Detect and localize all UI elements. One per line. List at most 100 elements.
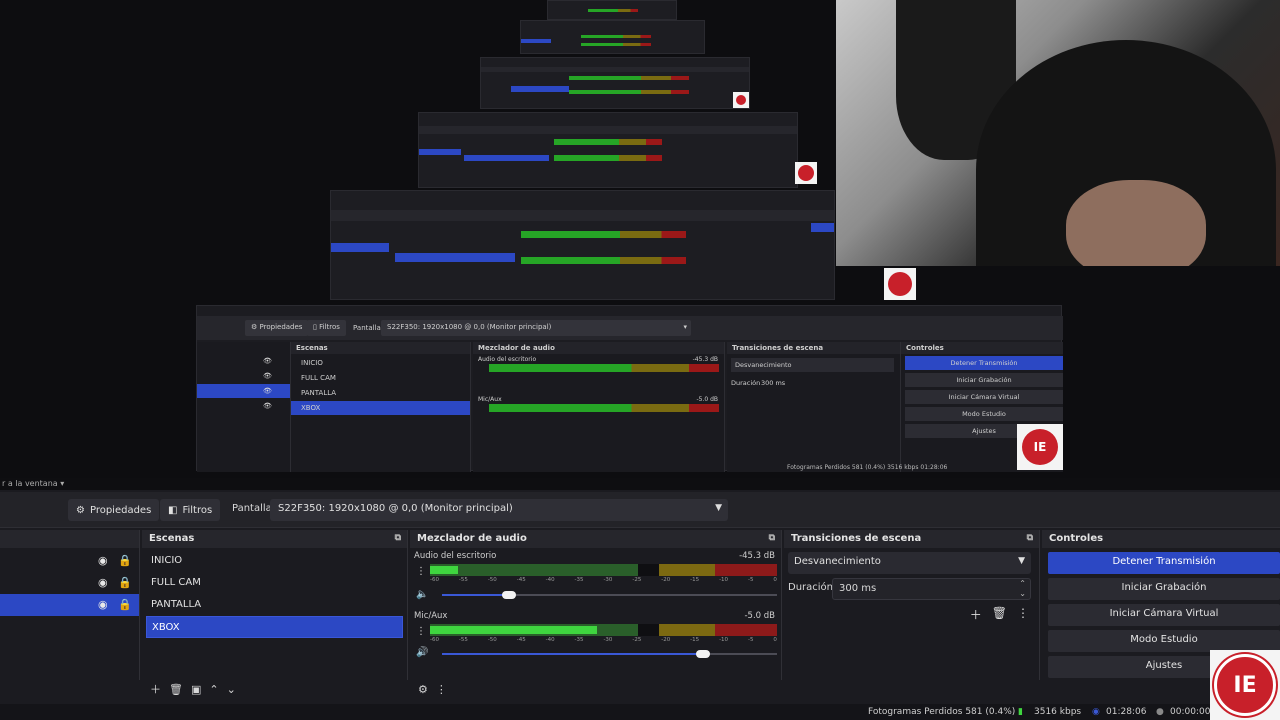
kebab-menu-icon[interactable]: ⋮ <box>1017 606 1029 623</box>
record-time: 00:00:00 <box>1170 707 1211 717</box>
stream-time: 01:28:06 <box>1106 707 1147 717</box>
recursive-echo-1 <box>330 190 835 300</box>
gear-icon: ⚙ <box>76 504 85 516</box>
tick-label: -50 <box>487 637 497 643</box>
source-type-label: Pantalla <box>232 503 272 514</box>
lock-icon[interactable]: 🔒 <box>118 598 132 611</box>
spinner-icon[interactable]: ⌃ ⌄ <box>1019 579 1026 599</box>
start-recording-button[interactable]: Iniciar Grabación <box>1048 578 1280 600</box>
tick-label: -25 <box>632 637 642 643</box>
kebab-menu-icon[interactable]: ⋮ <box>416 566 426 577</box>
lock-icon[interactable]: 🔒 <box>118 554 132 567</box>
controls-header: Controles <box>1042 530 1280 548</box>
channel-logo-medium: IE <box>1017 424 1063 470</box>
channel-db: -45.3 dB <box>739 551 775 561</box>
eye-icon[interactable]: ◉ <box>98 598 108 611</box>
speaker-icon[interactable]: 🔈 <box>416 589 428 600</box>
display-source-select[interactable]: S22F350: 1920x1080 @ 0,0 (Monitor princi… <box>270 499 728 521</box>
tick-label: -20 <box>661 637 671 643</box>
meter-ticks: -60 -55 -50 -45 -40 -35 -30 -25 -20 -15 -10 -5 0 <box>430 577 777 585</box>
undock-icon[interactable]: ⧉ <box>395 533 401 543</box>
inner-mixer-dock: Mezclador de audio Audio del escritorio … <box>473 342 725 472</box>
channel-db: -5.0 dB <box>744 611 775 621</box>
status-bar: Fotogramas Perdidos 581 (0.4%) ▮ 3516 kb… <box>0 704 1280 720</box>
chevron-down-icon: ▼ <box>1018 556 1025 566</box>
speaker-icon[interactable]: 🔊 <box>416 647 428 658</box>
transitions-header: Transiciones de escena ⧉ <box>784 530 1039 548</box>
tick-label: -45 <box>516 637 526 643</box>
volume-slider[interactable] <box>442 650 777 658</box>
duration-input[interactable]: 300 ms ⌃ ⌄ <box>832 578 1031 600</box>
add-icon[interactable]: ＋ <box>150 681 161 697</box>
chevron-up-icon[interactable]: ⌃ <box>209 683 218 696</box>
dropped-frames: Fotogramas Perdidos 581 (0.4%) <box>868 707 1016 717</box>
obs-main-ui: r a la ventana ▾ ⚙ Propiedades ◧ Filtros P… <box>0 478 1280 720</box>
source-row[interactable]: ◉ 🔒 <box>0 572 139 594</box>
tick-label: -30 <box>603 637 613 643</box>
filter-icon: ◧ <box>168 504 178 516</box>
scene-item-inicio[interactable]: INICIO <box>146 550 403 572</box>
eye-icon[interactable]: ◉ <box>98 554 108 567</box>
source-row[interactable]: ◉ 🔒 <box>0 550 139 572</box>
transition-select[interactable]: Desvanecimiento ▼ <box>788 552 1031 574</box>
filter-icon[interactable]: ▣ <box>191 683 201 696</box>
scenes-footer: ＋ 🗑 ▣ ⌃ ⌄ <box>142 678 407 700</box>
settings-icon[interactable]: ⚙ <box>418 683 428 696</box>
meter-level <box>430 566 458 574</box>
tick-label: -60 <box>430 577 439 583</box>
scene-item-pantalla[interactable]: PANTALLA <box>146 594 403 616</box>
recursive-echo-4 <box>520 20 705 54</box>
recursive-obs-window: ⚙ Propiedades ▯ Filtros Pantalla S22F350… <box>196 305 1063 472</box>
dock-title-strip: r a la ventana ▾ <box>0 478 1280 490</box>
scene-item-full-cam[interactable]: FULL CAM <box>146 572 403 594</box>
mixer-header: Mezclador de audio ⧉ <box>410 530 781 548</box>
recursive-echo-3 <box>480 57 750 109</box>
tick-label: -50 <box>487 577 497 583</box>
transition-actions: ＋ 🗑 ⋮ <box>970 606 1029 623</box>
add-icon[interactable]: ＋ <box>970 606 982 623</box>
tick-label: -20 <box>661 577 671 583</box>
trash-icon[interactable]: 🗑 <box>169 683 183 696</box>
meter-ticks: -60 -55 -50 -45 -40 -35 -30 -25 -20 -15 -10 -5 0 <box>430 637 777 645</box>
mixer-footer: ⚙ ⋮ <box>410 678 781 700</box>
chevron-down-icon[interactable]: ⌄ <box>227 683 236 696</box>
inner-scenes-dock: Escenas INICIO FULL CAM PANTALLA XBOX <box>291 342 471 472</box>
tick-label: 0 <box>773 577 777 583</box>
logo-echo-1 <box>795 162 817 184</box>
channel-name: Audio del escritorio <box>414 551 497 561</box>
duration-label: Duración <box>788 582 834 593</box>
eye-icon[interactable]: ◉ <box>98 576 108 589</box>
channel-logo-small <box>884 268 916 300</box>
properties-button[interactable]: ⚙ Propiedades <box>68 499 160 521</box>
scene-item-xbox[interactable]: XBOX <box>146 616 403 638</box>
tick-label: -15 <box>690 577 700 583</box>
stop-streaming-button[interactable]: Detener Transmisión <box>1048 552 1280 574</box>
undock-icon[interactable]: ⧉ <box>1027 533 1033 543</box>
lock-icon[interactable]: 🔒 <box>118 576 132 589</box>
sources-dock: ◉ 🔒 ◉ 🔒 ◉ 🔒 <box>0 530 140 680</box>
undock-icon[interactable]: ⧉ <box>769 533 775 543</box>
webcam-feed <box>836 0 1280 266</box>
tick-label: -15 <box>690 637 700 643</box>
studio-mode-button[interactable]: Modo Estudio <box>1048 630 1280 652</box>
recursive-echo-2 <box>418 112 798 188</box>
source-row-selected[interactable]: ◉ 🔒 <box>0 594 139 616</box>
tick-label: -60 <box>430 637 439 643</box>
trash-icon[interactable]: 🗑 <box>992 606 1007 623</box>
tick-label: -40 <box>545 577 555 583</box>
tick-label: -5 <box>747 637 754 643</box>
tick-label: -30 <box>603 577 613 583</box>
audio-mixer-dock: Mezclador de audio ⧉ Audio del escritori… <box>410 530 782 696</box>
recursive-echo-5 <box>547 0 677 20</box>
start-virtual-camera-button[interactable]: Iniciar Cámara Virtual <box>1048 604 1280 626</box>
scenes-dock: Escenas ⧉ INICIO FULL CAM PANTALLA XBOX … <box>142 530 408 696</box>
inner-transitions-dock: Transiciones de escena Desvanecimiento D… <box>727 342 901 472</box>
filters-button[interactable]: ◧ Filtros <box>160 499 221 521</box>
stream-icon: ◉ <box>1092 707 1100 717</box>
tick-label: -10 <box>719 637 729 643</box>
signal-icon: ▮ <box>1018 707 1023 717</box>
inner-sources-dock: 👁 👁 👁 👁 <box>197 342 291 472</box>
volume-slider[interactable] <box>442 591 777 599</box>
kebab-menu-icon[interactable]: ⋮ <box>436 683 447 696</box>
kebab-menu-icon[interactable]: ⋮ <box>416 626 426 637</box>
